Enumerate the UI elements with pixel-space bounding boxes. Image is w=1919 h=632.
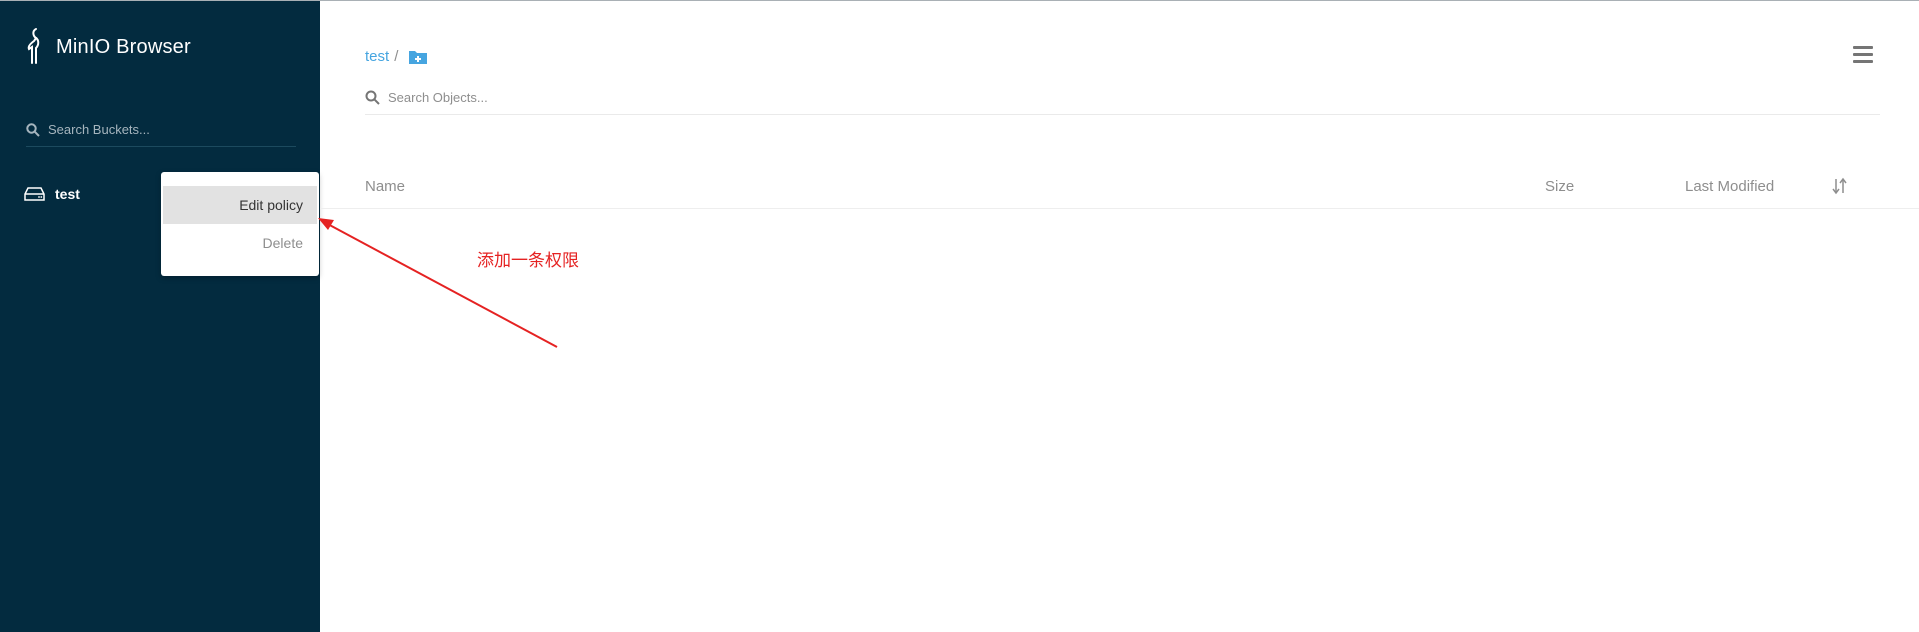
hard-drive-icon (24, 187, 45, 201)
object-table-header: Name Size Last Modified (320, 169, 1919, 209)
bucket-item-test[interactable]: test (0, 179, 160, 209)
sort-icon[interactable] (1832, 177, 1848, 195)
delete-menu-item[interactable]: Delete (163, 224, 317, 262)
column-header-size[interactable]: Size (1545, 178, 1574, 195)
hamburger-menu-icon[interactable] (1853, 46, 1873, 64)
main-panel: test / Name Size Last Modified (320, 1, 1919, 632)
folder-plus-icon[interactable] (408, 49, 428, 65)
bucket-search (26, 113, 296, 147)
bucket-context-menu: Edit policy Delete (161, 172, 319, 276)
breadcrumb-bucket-link[interactable]: test (365, 48, 389, 65)
object-search (365, 81, 1880, 115)
app-title: MinIO Browser (56, 35, 191, 58)
object-search-input[interactable] (388, 90, 988, 105)
bucket-search-input[interactable] (48, 122, 288, 137)
annotation-text: 添加一条权限 (477, 251, 579, 271)
breadcrumb-separator: / (394, 48, 399, 65)
logo[interactable]: MinIO Browser (24, 27, 191, 67)
search-icon (365, 90, 380, 105)
minio-logo-icon (27, 28, 40, 64)
sidebar: MinIO Browser test Edit policy Delete (0, 1, 320, 632)
search-icon (26, 122, 40, 137)
column-header-last-modified[interactable]: Last Modified (1685, 178, 1774, 195)
bucket-name: test (55, 186, 80, 202)
edit-policy-menu-item[interactable]: Edit policy (163, 186, 317, 224)
breadcrumb: test / (365, 48, 428, 65)
column-header-name[interactable]: Name (365, 178, 405, 195)
